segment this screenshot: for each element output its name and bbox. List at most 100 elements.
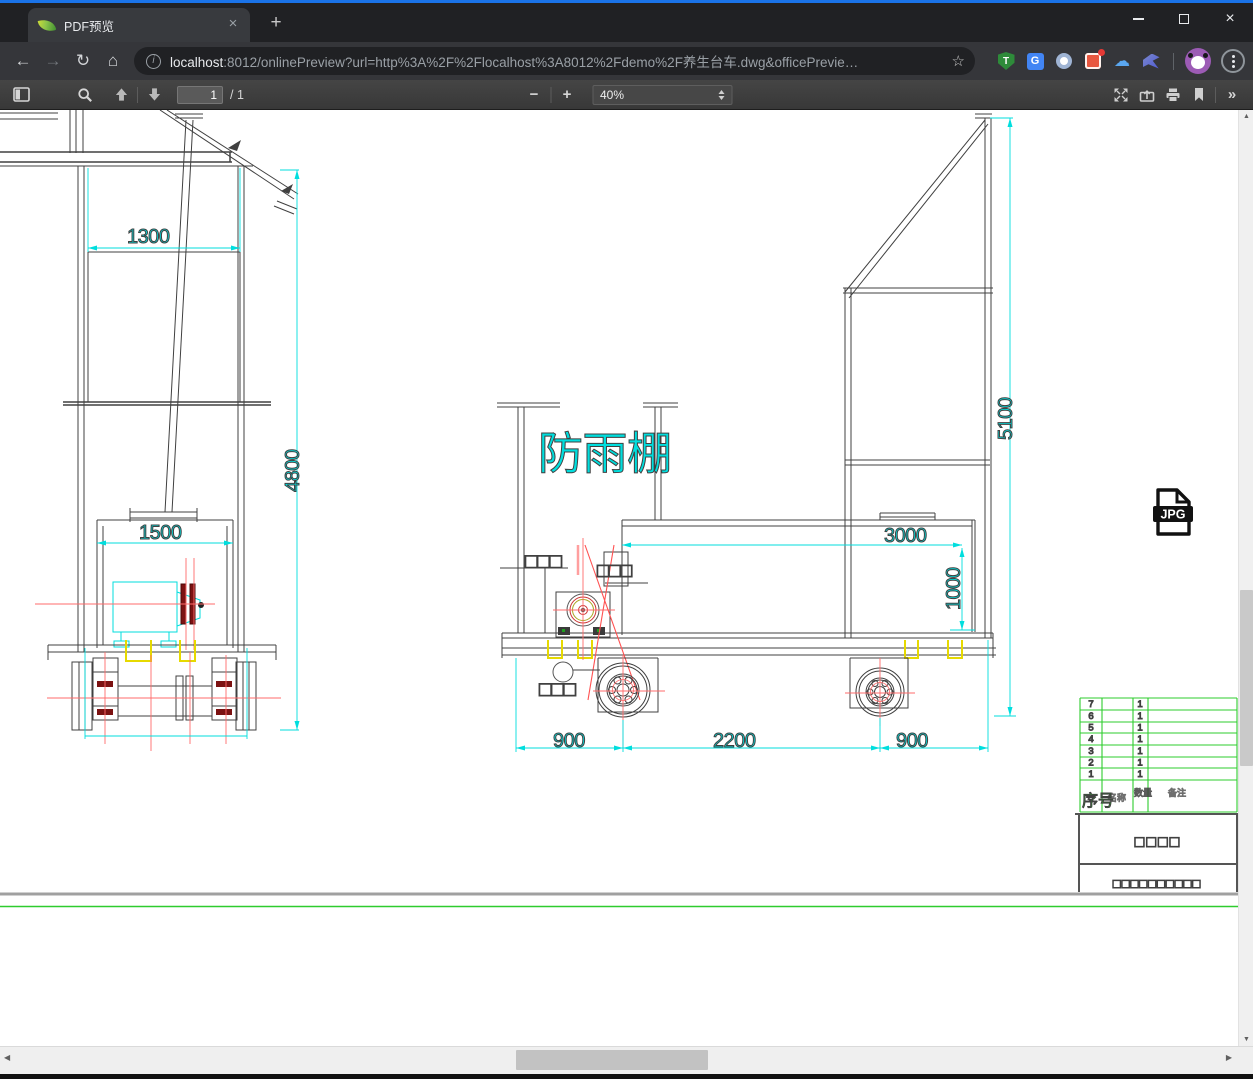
scrollbar-corner xyxy=(1238,1046,1253,1074)
extension-cloud[interactable]: ☁ xyxy=(1112,51,1132,71)
print-button[interactable] xyxy=(1160,83,1186,107)
bottom-bar: ◀ ▶ xyxy=(0,1046,1253,1074)
placeholder-text-3: □□□ xyxy=(539,678,576,701)
previous-page-button[interactable] xyxy=(108,83,134,107)
tab-close-icon[interactable]: × xyxy=(224,16,242,34)
extension-tampermonkey[interactable]: T xyxy=(996,51,1016,71)
row-qty: 1 xyxy=(1137,711,1142,722)
browser-menu-button[interactable] xyxy=(1221,49,1245,73)
row-qty: 1 xyxy=(1137,758,1142,769)
left-view xyxy=(0,110,299,751)
reload-button[interactable]: ↻ xyxy=(68,51,98,71)
arrow-down-icon xyxy=(148,88,160,101)
url-text[interactable]: localhost:8012/onlinePreview?url=http%3A… xyxy=(170,51,946,71)
vertical-scrollbar[interactable]: ▲ ▼ xyxy=(1238,110,1253,1046)
ring-icon xyxy=(1056,53,1072,69)
toolbar-separator xyxy=(550,86,551,103)
bookmark-star-icon[interactable]: ☆ xyxy=(952,52,965,70)
extension-translate[interactable]: G xyxy=(1025,51,1045,71)
zoom-out-button[interactable]: − xyxy=(521,83,547,107)
sidebar-icon xyxy=(12,87,30,102)
avatar-ear-icon xyxy=(1203,53,1208,58)
plus-icon: + xyxy=(562,86,572,103)
jpg-export-button[interactable]: JPG xyxy=(1150,486,1196,538)
jpg-label: JPG xyxy=(1160,508,1185,522)
extension-bird[interactable] xyxy=(1141,51,1161,71)
home-button[interactable]: ⌂ xyxy=(98,51,128,71)
profile-avatar[interactable] xyxy=(1185,48,1211,74)
horizontal-scrollbar-thumb[interactable] xyxy=(516,1050,708,1070)
search-icon xyxy=(78,87,92,102)
dim-1500: 1500 xyxy=(139,522,182,544)
bookmark-button[interactable] xyxy=(1186,83,1212,107)
header-qty: 数量 xyxy=(1134,787,1152,798)
page-number-input[interactable] xyxy=(177,85,223,104)
page-count-label: / 1 xyxy=(230,87,244,102)
browser-tab[interactable]: PDF预览 × xyxy=(28,8,250,42)
scroll-left-arrow-icon[interactable]: ◀ xyxy=(4,1053,10,1062)
jpg-file-icon: JPG xyxy=(1153,488,1193,536)
printer-icon xyxy=(1166,88,1180,102)
shield-icon: T xyxy=(997,52,1015,70)
tab-title: PDF预览 xyxy=(64,19,115,34)
search-button[interactable] xyxy=(72,83,98,107)
translate-icon: G xyxy=(1026,52,1044,70)
more-tools-button[interactable]: » xyxy=(1219,83,1245,107)
dim-1000: 1000 xyxy=(943,567,965,610)
cloud-icon: ☁ xyxy=(1114,53,1130,70)
next-page-button[interactable] xyxy=(141,83,167,107)
scroll-right-arrow-icon[interactable]: ▶ xyxy=(1226,1053,1232,1062)
titleblock-title: □□□□ xyxy=(1135,834,1182,851)
zoom-in-button[interactable]: + xyxy=(554,83,580,107)
address-bar[interactable]: i localhost:8012/onlinePreview?url=http%… xyxy=(134,47,975,75)
zoom-value: 40% xyxy=(600,87,625,102)
vertical-scrollbar-thumb[interactable] xyxy=(1240,590,1253,766)
close-icon: × xyxy=(1225,10,1235,27)
row-no: 3 xyxy=(1088,746,1093,757)
row-no: 4 xyxy=(1088,734,1093,745)
navigation-bar: ← → ↻ ⌂ i localhost:8012/onlinePreview?u… xyxy=(0,42,1253,80)
header-name: 名称 xyxy=(1108,792,1126,803)
new-tab-button[interactable]: + xyxy=(264,12,288,34)
tab-favicon-leaf-icon xyxy=(37,16,57,34)
cad-drawing: 1300 1500 4800 防雨棚 □□□ □□□ □□□ 3000 1000… xyxy=(0,110,1238,908)
row-qty: 1 xyxy=(1137,723,1142,734)
row-no: 6 xyxy=(1088,711,1093,722)
window-bottom-edge xyxy=(0,1074,1253,1079)
toolbar-separator xyxy=(1215,86,1216,103)
url-host: localhost xyxy=(170,55,224,70)
header-note: 备注 xyxy=(1168,787,1186,798)
presentation-mode-button[interactable] xyxy=(1108,83,1134,107)
window-close-button[interactable]: × xyxy=(1207,4,1253,34)
window-maximize-button[interactable] xyxy=(1161,4,1207,34)
dim-3000: 3000 xyxy=(884,525,927,547)
pdf-viewer-area: 1300 1500 4800 防雨棚 □□□ □□□ □□□ 3000 1000… xyxy=(0,110,1253,1046)
arrow-up-icon xyxy=(115,88,127,101)
open-file-button[interactable] xyxy=(1134,83,1160,107)
row-no: 2 xyxy=(1088,758,1093,769)
sidebar-toggle-button[interactable] xyxy=(8,83,34,107)
extension-ring[interactable] xyxy=(1054,51,1074,71)
dim-4800: 4800 xyxy=(282,449,304,492)
scroll-down-arrow-icon[interactable]: ▼ xyxy=(1239,1036,1253,1043)
spinner-icon xyxy=(718,89,724,100)
forward-button[interactable]: → xyxy=(38,51,68,71)
window-minimize-button[interactable] xyxy=(1115,4,1161,34)
row-no: 1 xyxy=(1088,769,1093,780)
titleblock-footer: □□□□□□□□□□ xyxy=(1113,876,1202,891)
row-qty: 1 xyxy=(1137,746,1142,757)
bird-icon xyxy=(1142,53,1160,69)
horizontal-scrollbar[interactable]: ◀ ▶ xyxy=(0,1046,1238,1074)
zoom-level-select[interactable]: 40% xyxy=(592,84,732,105)
maximize-icon xyxy=(1179,14,1189,24)
minus-icon: − xyxy=(529,86,539,103)
scroll-up-arrow-icon[interactable]: ▲ xyxy=(1239,113,1253,120)
extension-org[interactable] xyxy=(1083,49,1105,71)
browser-window: PDF预览 × + × ← → ↻ ⌂ i localhost:8012/onl… xyxy=(0,0,1253,1079)
row-no: 5 xyxy=(1088,723,1093,734)
pdf-page-canvas[interactable]: 1300 1500 4800 防雨棚 □□□ □□□ □□□ 3000 1000… xyxy=(0,110,1238,1046)
row-no: 7 xyxy=(1088,699,1093,710)
back-button[interactable]: ← xyxy=(8,51,38,71)
dim-2200: 2200 xyxy=(713,730,756,752)
site-info-icon[interactable]: i xyxy=(146,53,161,69)
